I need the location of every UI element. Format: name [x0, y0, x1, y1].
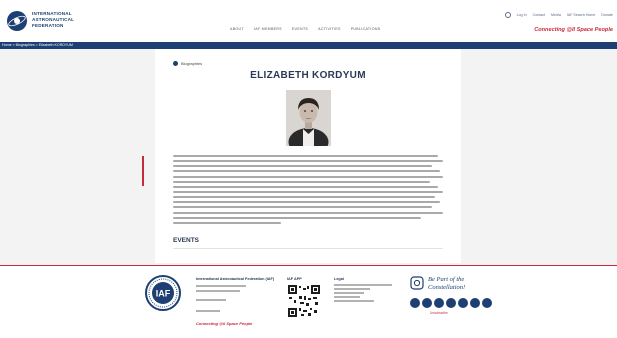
- util-login[interactable]: Log In: [517, 13, 527, 17]
- svg-text:IAF: IAF: [156, 289, 171, 299]
- util-search-home[interactable]: IAF Search Home: [567, 13, 596, 17]
- footer-small-link[interactable]: Unsubscribe: [430, 311, 448, 315]
- events-divider: [173, 248, 443, 249]
- qr-title: IAF APP: [287, 277, 302, 281]
- be-part-line-2: Constellation!: [428, 283, 466, 291]
- portrait-photo: [286, 90, 331, 146]
- category-icon: [173, 61, 178, 66]
- footer-iaf-logo[interactable]: IAF: [145, 275, 181, 311]
- footer-org-name: International Astronautical Federation (…: [196, 277, 275, 281]
- page-title: ELIZABETH KORDYUM: [250, 70, 366, 81]
- social-links: [410, 298, 492, 308]
- constellation-logo-icon: [410, 276, 424, 290]
- category-label: Biographies: [181, 61, 203, 66]
- social-icon[interactable]: [458, 298, 468, 308]
- qr-code[interactable]: [287, 284, 321, 318]
- site-footer: IAF International Astronautical Federati…: [0, 265, 617, 338]
- nav-about[interactable]: ABOUT: [230, 27, 244, 31]
- portrait-image: [286, 90, 331, 146]
- nav-iaf-members[interactable]: IAF MEMBERS: [254, 27, 282, 31]
- util-contact[interactable]: Contact: [533, 13, 545, 17]
- social-icon[interactable]: [470, 298, 480, 308]
- social-icon[interactable]: [434, 298, 444, 308]
- util-donate[interactable]: Donate: [601, 13, 613, 17]
- category-tag[interactable]: Biographies: [173, 61, 202, 66]
- social-icon[interactable]: [422, 298, 432, 308]
- nav-publications[interactable]: PUBLICATIONS: [351, 27, 381, 31]
- social-icon[interactable]: [482, 298, 492, 308]
- nav-activities[interactable]: ACTIVITIES: [318, 27, 341, 31]
- footer-cta[interactable]: Connecting @ll Space People: [196, 321, 252, 326]
- utility-bar: Log In Contact Media IAF Search Home Don…: [504, 12, 613, 18]
- social-icon[interactable]: [446, 298, 456, 308]
- main-nav: ABOUT IAF MEMBERS EVENTS ACTIVITIES PUBL…: [230, 27, 380, 31]
- iaf-logo-mark-icon: [7, 11, 27, 31]
- footer-seal-icon: IAF: [148, 278, 178, 308]
- be-part-tagline[interactable]: Be Part of the Constellation!: [428, 276, 465, 291]
- header-tagline: Connecting @ll Space People: [534, 27, 613, 33]
- nav-events[interactable]: EVENTS: [292, 27, 308, 31]
- biography-card: Biographies ELIZABETH KORDYUM EVENTS: [155, 49, 461, 263]
- gear-icon[interactable]: [504, 12, 511, 18]
- logo-line-3: FEDERATION: [32, 23, 64, 28]
- legal-title: Legal: [334, 277, 344, 281]
- accent-bar: [142, 156, 144, 186]
- be-part-line-1: Be Part of the: [428, 276, 465, 283]
- iaf-logo[interactable]: INTERNATIONAL ASTRONAUTICAL FEDERATION: [6, 8, 106, 36]
- breadcrumb-bar: Home > Biographies > Elizabeth KORDYUM: [0, 42, 617, 49]
- biography-text: [173, 155, 443, 227]
- top-header: INTERNATIONAL ASTRONAUTICAL FEDERATION A…: [0, 0, 617, 42]
- social-icon[interactable]: [410, 298, 420, 308]
- events-heading: EVENTS: [173, 237, 200, 244]
- breadcrumb[interactable]: Home > Biographies > Elizabeth KORDYUM: [2, 43, 73, 47]
- util-media[interactable]: Media: [551, 13, 561, 17]
